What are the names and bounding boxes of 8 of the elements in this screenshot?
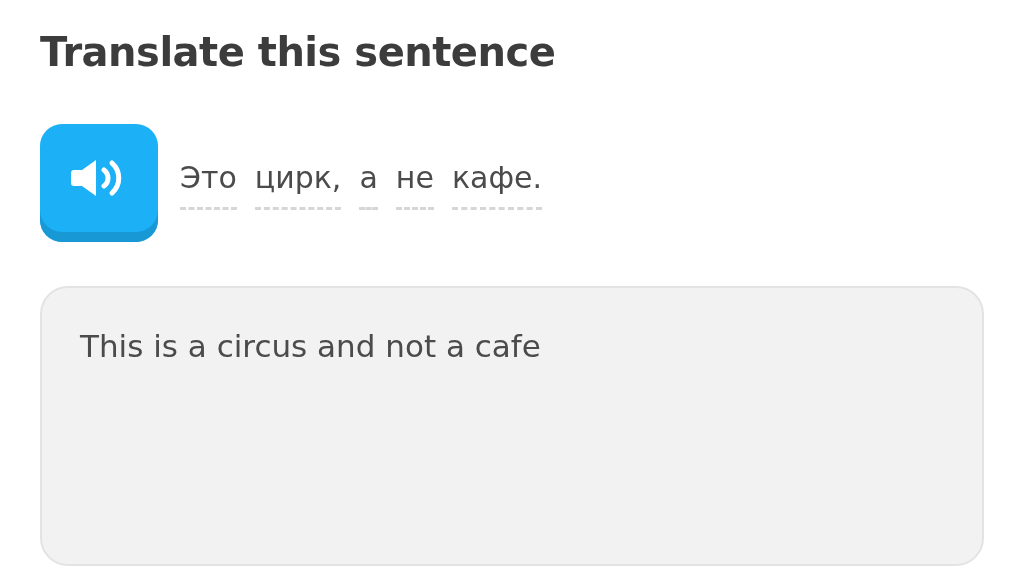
translation-input[interactable]: This is a circus and not a cafe [40, 286, 984, 566]
hint-word[interactable]: а [359, 160, 378, 210]
hint-word[interactable]: кафе. [451, 160, 543, 210]
hint-word[interactable]: цирк, [254, 160, 342, 210]
hint-word[interactable]: не [395, 160, 434, 210]
hint-word[interactable]: Это [180, 160, 237, 210]
play-audio-button[interactable] [40, 124, 158, 242]
instruction-title: Translate this sentence [40, 28, 557, 77]
